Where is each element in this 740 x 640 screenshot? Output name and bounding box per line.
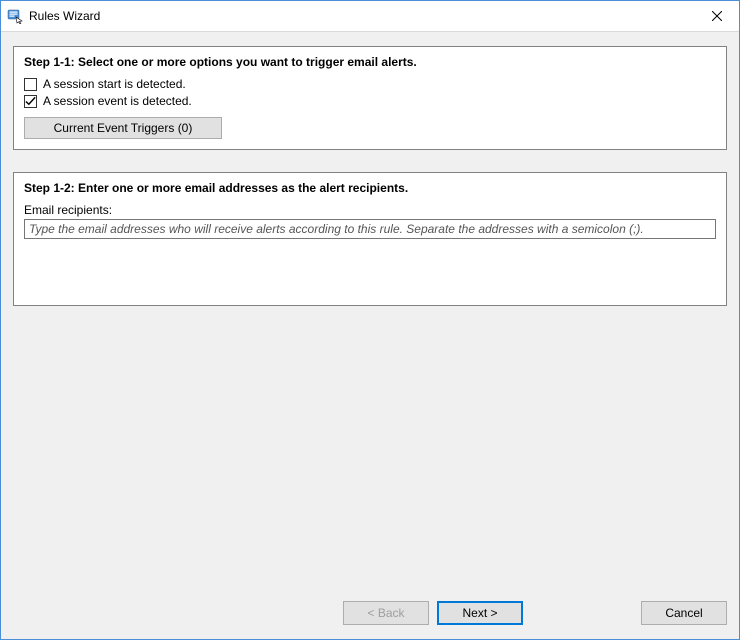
option-session-event[interactable]: A session event is detected. — [24, 94, 716, 108]
recipients-input[interactable] — [24, 219, 716, 239]
wizard-footer: < Back Next > Cancel — [13, 601, 727, 625]
checkbox-session-start[interactable] — [24, 78, 37, 91]
close-button[interactable] — [694, 1, 739, 31]
step-1-heading: Step 1-1: Select one or more options you… — [24, 55, 716, 69]
titlebar: Rules Wizard — [1, 1, 739, 32]
next-button[interactable]: Next > — [437, 601, 523, 625]
step-2-panel: Step 1-2: Enter one or more email addres… — [13, 172, 727, 306]
back-button: < Back — [343, 601, 429, 625]
option-session-event-label: A session event is detected. — [43, 94, 192, 108]
option-session-start[interactable]: A session start is detected. — [24, 77, 716, 91]
client-area: Step 1-1: Select one or more options you… — [1, 32, 739, 639]
rules-wizard-window: Rules Wizard Step 1-1: Select one or mor… — [0, 0, 740, 640]
step-2-heading: Step 1-2: Enter one or more email addres… — [24, 181, 716, 195]
recipients-label: Email recipients: — [24, 203, 716, 217]
checkbox-session-event[interactable] — [24, 95, 37, 108]
current-event-triggers-button[interactable]: Current Event Triggers (0) — [24, 117, 222, 139]
cancel-button[interactable]: Cancel — [641, 601, 727, 625]
window-title: Rules Wizard — [29, 9, 694, 23]
option-session-start-label: A session start is detected. — [43, 77, 186, 91]
step-1-panel: Step 1-1: Select one or more options you… — [13, 46, 727, 150]
wizard-icon — [7, 8, 23, 24]
close-icon — [712, 11, 722, 21]
